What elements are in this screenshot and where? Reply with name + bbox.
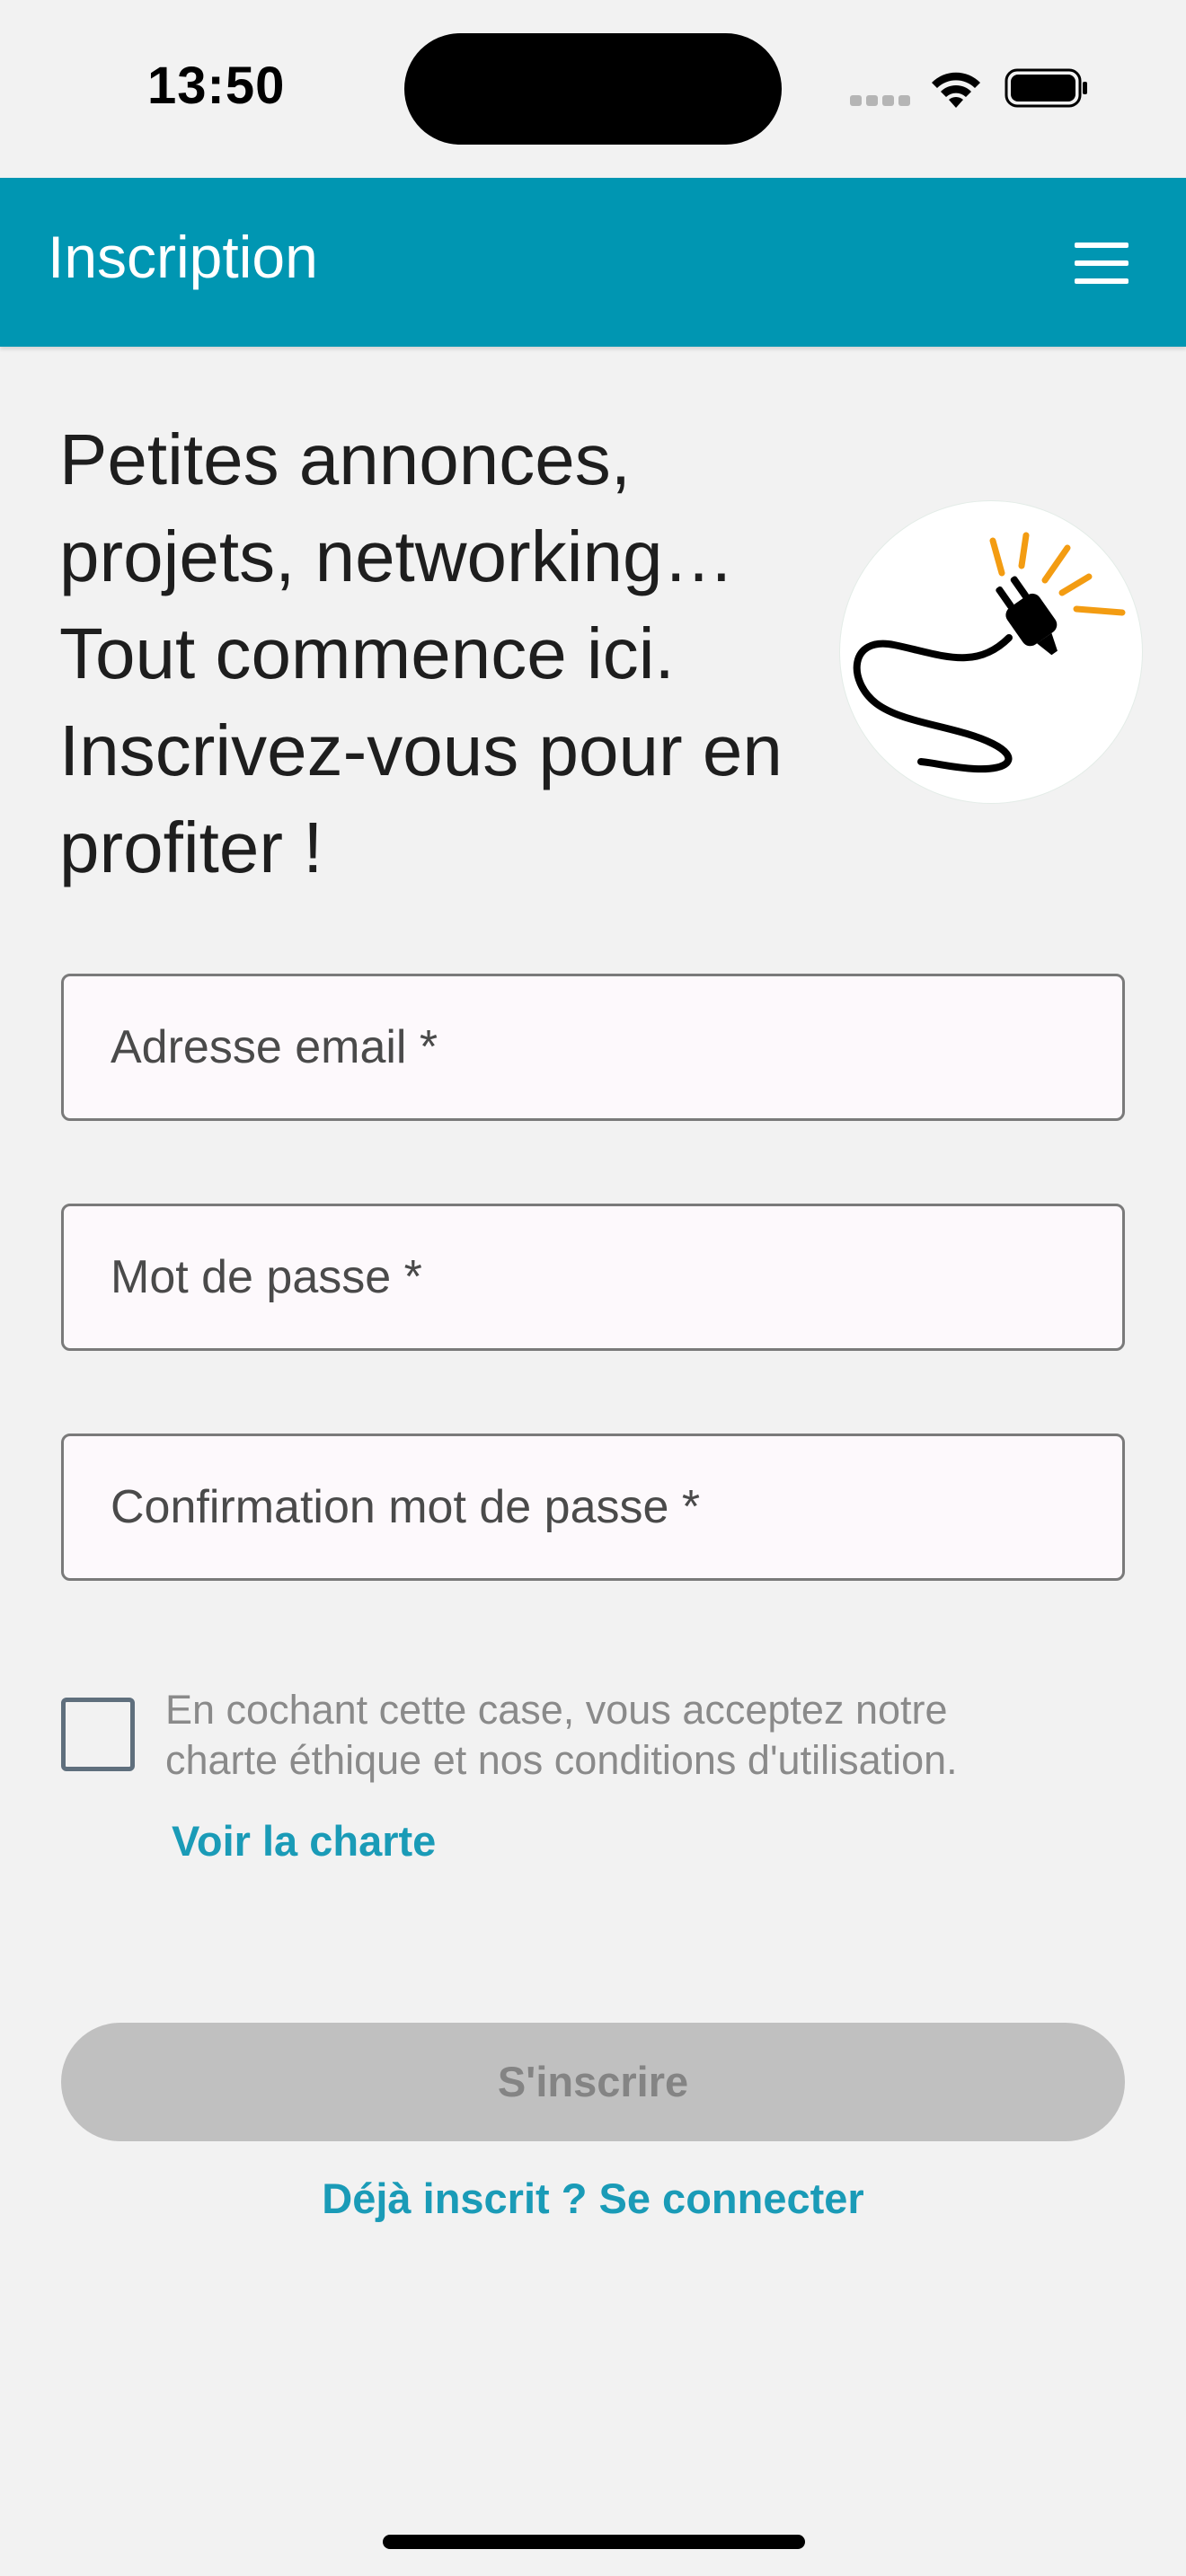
view-charter-link[interactable]: Voir la charte [172,1816,436,1866]
app-header: Inscription [0,178,1186,347]
battery-icon [1005,68,1087,108]
status-bar: 13:50 [0,0,1186,178]
headline-line: Inscrivez-vous pour en [59,710,783,790]
password-field[interactable] [61,1204,1125,1351]
email-input[interactable] [64,976,1122,1118]
consent-checkbox[interactable] [61,1698,135,1771]
status-time: 13:50 [147,57,286,115]
email-field[interactable] [61,974,1125,1121]
register-button[interactable]: S'inscrire [61,2023,1125,2141]
headline-line: profiter ! [59,807,323,887]
headline-line: Petites annonces, [59,419,631,499]
hamburger-menu-icon[interactable] [1060,232,1143,295]
page-title: Inscription [48,224,318,290]
consent-label: En cochant cette case, vous acceptez not… [165,1685,1154,1786]
electric-plug-icon [840,501,1142,803]
dynamic-island [404,33,782,145]
headline-line: Tout commence ici. [59,613,675,693]
headline-line: projets, networking… [59,516,735,596]
consent-label-line: En cochant cette case, vous acceptez not… [165,1687,948,1733]
confirm-password-input[interactable] [64,1436,1122,1578]
consent-label-line: charte éthique et nos conditions d'utili… [165,1737,958,1783]
intro-headline: Petites annonces, projets, networking… T… [59,411,850,896]
wifi-icon [932,72,980,108]
confirm-password-field[interactable] [61,1434,1125,1581]
cellular-signal-icon [850,95,911,106]
login-link[interactable]: Déjà inscrit ? Se connecter [0,2174,1186,2223]
home-indicator[interactable] [383,2535,805,2549]
password-input[interactable] [64,1206,1122,1348]
